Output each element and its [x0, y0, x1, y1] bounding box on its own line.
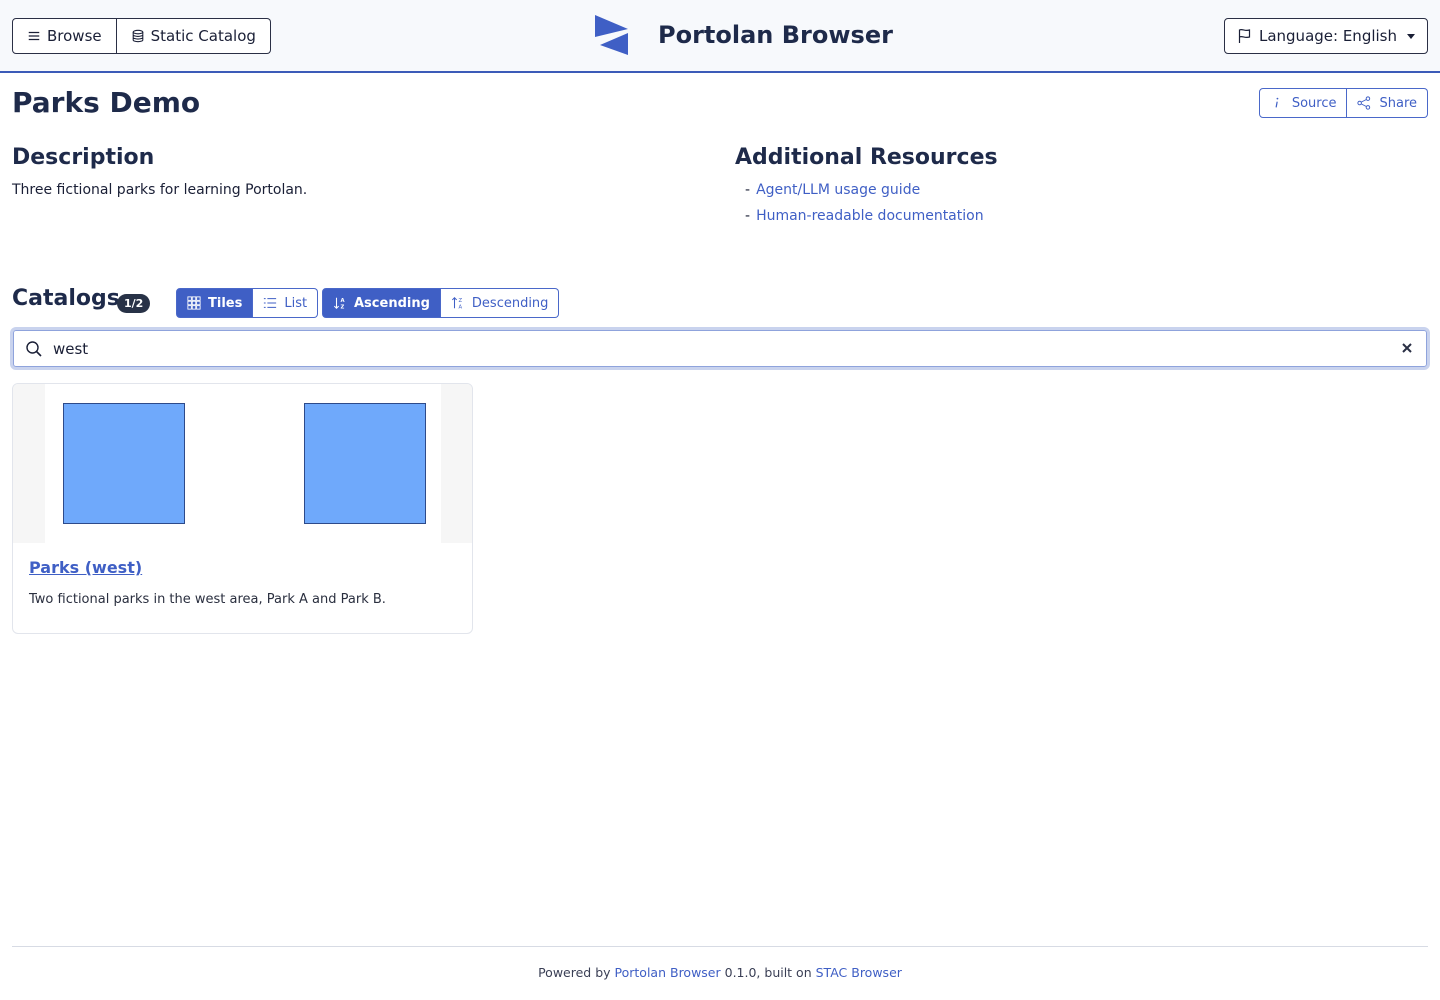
- tiles-view-button[interactable]: Tiles: [176, 288, 254, 318]
- list-view-button[interactable]: List: [253, 288, 319, 318]
- search-input[interactable]: [53, 338, 1353, 360]
- resources-list: - Agent/LLM usage guide - Human-readable…: [745, 182, 984, 234]
- footer-divider: [12, 946, 1428, 947]
- park-a-shape: [63, 403, 185, 524]
- catalog-card-description: Two fictional parks in the west area, Pa…: [29, 592, 386, 607]
- portolan-browser-link[interactable]: Portolan Browser: [615, 965, 721, 980]
- source-label: Source: [1291, 95, 1337, 111]
- catalog-thumbnail: [13, 384, 472, 543]
- share-button[interactable]: Share: [1347, 88, 1428, 118]
- footer: Powered by Portolan Browser 0.1.0, built…: [0, 965, 1440, 980]
- svg-text:Z: Z: [340, 304, 344, 310]
- close-icon[interactable]: [1399, 340, 1415, 356]
- static-catalog-button[interactable]: Static Catalog: [116, 18, 271, 54]
- catalog-search: [10, 327, 1430, 370]
- park-b-shape: [304, 403, 426, 524]
- list-icon: [264, 298, 277, 308]
- sort-descending-icon: ZA: [451, 297, 462, 310]
- view-toggle: Tiles List: [176, 288, 319, 318]
- chevron-down-icon: [1407, 33, 1415, 39]
- database-icon: [132, 29, 143, 43]
- list-item: - Human-readable documentation: [745, 208, 984, 234]
- top-navbar: Browse Static Catalog Portolan Browser L…: [0, 0, 1440, 73]
- list-item: - Agent/LLM usage guide: [745, 182, 984, 208]
- sort-descending-button[interactable]: ZA Descending: [440, 288, 560, 318]
- list-bullet: -: [745, 182, 751, 198]
- search-icon: [26, 341, 42, 357]
- info-icon: [1275, 97, 1279, 108]
- source-button[interactable]: Source: [1258, 88, 1348, 118]
- share-icon: [1357, 96, 1371, 110]
- portolan-logo-icon: [595, 15, 628, 55]
- tiles-label: Tiles: [208, 295, 243, 311]
- sort-ascending-icon: AZ: [333, 297, 345, 310]
- sort-toggle: AZ Ascending ZA Descending: [322, 288, 560, 318]
- agent-guide-link[interactable]: Agent/LLM usage guide: [756, 182, 920, 208]
- description-text: Three fictional parks for learning Porto…: [12, 182, 308, 198]
- documentation-link[interactable]: Human-readable documentation: [756, 208, 984, 234]
- stac-browser-link[interactable]: STAC Browser: [816, 965, 902, 980]
- browse-label: Browse: [47, 27, 102, 45]
- menu-icon: [28, 31, 40, 41]
- footer-prefix: Powered by: [538, 965, 615, 980]
- svg-text:Z: Z: [458, 298, 462, 304]
- flag-icon: [1238, 28, 1251, 43]
- nav-button-group: Browse Static Catalog: [12, 18, 271, 54]
- thumbnail-map: [45, 384, 441, 543]
- catalogs-heading: Catalogs: [12, 286, 120, 311]
- descending-label: Descending: [471, 295, 549, 311]
- resources-heading: Additional Resources: [735, 145, 998, 170]
- catalogs-count-badge: 1/2: [117, 294, 151, 313]
- grid-icon: [187, 296, 201, 310]
- sort-ascending-button[interactable]: AZ Ascending: [322, 288, 441, 318]
- brand-title: Portolan Browser: [658, 21, 893, 49]
- svg-text:A: A: [340, 298, 345, 304]
- share-label: Share: [1379, 95, 1417, 111]
- catalog-card[interactable]: Parks (west) Two fictional parks in the …: [12, 383, 473, 634]
- list-bullet: -: [745, 208, 751, 224]
- description-heading: Description: [12, 145, 155, 170]
- catalog-card-title[interactable]: Parks (west): [29, 558, 142, 577]
- svg-text:A: A: [458, 304, 462, 310]
- browse-button[interactable]: Browse: [12, 18, 117, 54]
- static-catalog-label: Static Catalog: [150, 27, 256, 45]
- page-actions: Source Share: [1258, 88, 1428, 118]
- brand[interactable]: Portolan Browser: [594, 14, 893, 56]
- list-label: List: [284, 295, 308, 311]
- language-label: Language: English: [1258, 27, 1397, 45]
- footer-middle: 0.1.0, built on: [720, 965, 816, 980]
- page-title: Parks Demo: [12, 86, 201, 119]
- language-dropdown[interactable]: Language: English: [1223, 18, 1428, 54]
- ascending-label: Ascending: [354, 295, 430, 311]
